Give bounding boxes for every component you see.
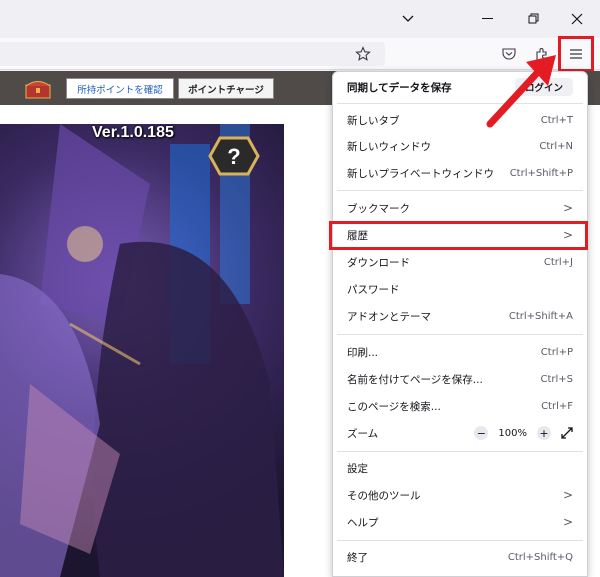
expand-icon[interactable] — [561, 427, 573, 439]
app-menu-panel: 同期してデータを保存 ログイン 新しいタブ Ctrl+T 新しいウィンドウ Ct… — [332, 71, 588, 577]
menu-item-new-tab[interactable]: 新しいタブ Ctrl+T — [337, 107, 583, 133]
menu-item-settings[interactable]: 設定 — [337, 455, 583, 481]
menu-item-help[interactable]: ヘルプ > — [337, 509, 583, 535]
chevron-right-icon: > — [562, 515, 573, 529]
treasure-chest-icon — [25, 81, 51, 99]
menu-item-passwords[interactable]: パスワード — [337, 276, 583, 302]
help-hexagon-icon[interactable]: ? — [208, 136, 260, 176]
menu-item-label: 新しいウィンドウ — [347, 140, 431, 153]
url-bar[interactable] — [0, 42, 385, 66]
menu-button-highlight — [558, 36, 594, 72]
menu-item-shortcut: Ctrl+S — [540, 373, 573, 385]
svg-text:?: ? — [227, 144, 240, 169]
minimize-icon[interactable] — [473, 6, 503, 32]
menu-item-more-tools[interactable]: その他のツール > — [337, 482, 583, 508]
menu-item-label: その他のツール — [347, 489, 421, 502]
menu-item-shortcut: Ctrl+N — [539, 140, 573, 152]
zoom-controls: − 100% + — [474, 426, 573, 440]
zoom-level[interactable]: 100% — [498, 428, 527, 439]
menu-item-label: 設定 — [347, 462, 368, 475]
menu-separator — [337, 334, 583, 335]
version-label: Ver.1.0.185 — [92, 124, 174, 141]
chevron-down-icon[interactable] — [393, 6, 423, 32]
menu-item-label: ブックマーク — [347, 202, 410, 215]
history-highlight — [329, 221, 588, 250]
close-icon[interactable] — [562, 6, 592, 32]
menu-item-label: ヘルプ — [347, 516, 379, 529]
menu-item-label: アドオンとテーマ — [347, 310, 431, 323]
menu-item-label: 新しいタブ — [347, 114, 400, 127]
menu-item-shortcut: Ctrl+P — [540, 346, 573, 358]
game-artwork: Ver.1.0.185 ? — [0, 124, 284, 577]
zoom-in-button[interactable]: + — [537, 426, 551, 440]
menu-item-bookmarks[interactable]: ブックマーク > — [337, 195, 583, 221]
menu-item-new-window[interactable]: 新しいウィンドウ Ctrl+N — [337, 133, 583, 159]
menu-item-find-in-page[interactable]: このページを検索... Ctrl+F — [337, 393, 583, 419]
navigation-toolbar — [0, 38, 600, 70]
menu-item-quit[interactable]: 終了 Ctrl+Shift+Q — [337, 544, 583, 570]
login-button[interactable]: ログイン — [514, 78, 573, 96]
menu-item-new-private-window[interactable]: 新しいプライベートウィンドウ Ctrl+Shift+P — [337, 160, 583, 186]
menu-item-shortcut: Ctrl+T — [540, 114, 573, 126]
chevron-right-icon: > — [562, 488, 573, 502]
menu-item-label: ダウンロード — [347, 256, 410, 269]
chevron-right-icon: > — [562, 201, 573, 215]
menu-item-save-page[interactable]: 名前を付けてページを保存... Ctrl+S — [337, 366, 583, 392]
menu-separator — [337, 540, 583, 541]
menu-item-label: ズーム — [347, 427, 379, 440]
menu-item-label: 新しいプライベートウィンドウ — [347, 167, 494, 180]
menu-item-zoom: ズーム − 100% + — [337, 420, 583, 446]
point-charge-button[interactable]: ポイントチャージ — [178, 78, 274, 99]
menu-item-downloads[interactable]: ダウンロード Ctrl+J — [337, 249, 583, 275]
menu-item-label: 印刷... — [347, 346, 379, 359]
menu-item-shortcut: Ctrl+J — [543, 256, 573, 268]
check-points-button[interactable]: 所持ポイントを確認 — [66, 78, 174, 99]
menu-separator — [337, 103, 583, 104]
sync-save-data[interactable]: 同期してデータを保存 ログイン — [337, 74, 583, 100]
menu-separator — [337, 190, 583, 191]
menu-item-shortcut: Ctrl+Shift+A — [508, 310, 573, 322]
menu-item-shortcut: Ctrl+F — [541, 400, 573, 412]
menu-item-shortcut: Ctrl+Shift+Q — [507, 551, 573, 563]
star-icon[interactable] — [350, 42, 376, 66]
artwork-illustration — [0, 124, 284, 577]
zoom-out-button[interactable]: − — [474, 426, 489, 440]
title-bar — [0, 0, 600, 38]
menu-item-shortcut: Ctrl+Shift+P — [509, 167, 573, 179]
menu-item-label: 終了 — [347, 551, 368, 564]
menu-item-addons-themes[interactable]: アドオンとテーマ Ctrl+Shift+A — [337, 303, 583, 329]
menu-item-label: 名前を付けてページを保存... — [347, 373, 483, 386]
menu-item-label: パスワード — [347, 283, 400, 296]
menu-item-label: このページを検索... — [347, 400, 441, 413]
pocket-icon[interactable] — [496, 42, 522, 66]
restore-icon[interactable] — [519, 6, 549, 32]
menu-separator — [337, 451, 583, 452]
menu-item-print[interactable]: 印刷... Ctrl+P — [337, 339, 583, 365]
puzzle-icon[interactable] — [529, 42, 555, 66]
